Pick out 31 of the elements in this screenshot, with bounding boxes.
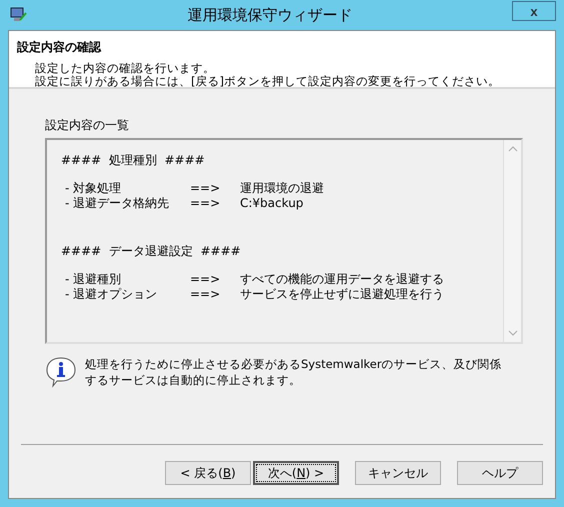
arrow-text: ==> — [190, 287, 222, 302]
summary-text-area[interactable]: #### 処理種別 #### - 対象処理 ==> 運用環境の退避 - 退避データ格納先 ==> C:¥backup #### データ退避設定 #### - 退避種別 ==> すべての機能の運用データを退避する - 退避オプション ==> サービスを停止せずに退避処理を行う — [45, 138, 523, 344]
dialog-button[interactable]: 次へ(N) > — [253, 461, 339, 485]
scroll-up-icon[interactable] — [508, 146, 518, 152]
list-label: 設定内容の一覧 — [45, 117, 130, 134]
dialog-button[interactable]: キャンセル — [355, 461, 441, 485]
setting-label: - 退避オプション — [64, 287, 158, 302]
computer-icon — [10, 7, 28, 23]
info-text: 処理を行うために停止させる必要があるSystemwalkerのサービス、及び関係するサービスは自動的に停止されます。 — [85, 356, 503, 388]
setting-label: - 対象処理 — [64, 181, 122, 196]
setting-value: すべての機能の運用データを退避する — [240, 272, 444, 287]
arrow-text: ==> — [190, 181, 222, 196]
setting-label: - 退避種別 — [64, 272, 122, 287]
scrollbar[interactable] — [503, 140, 521, 342]
close-button[interactable]: x — [512, 1, 556, 21]
dialog-button[interactable]: ヘルプ — [457, 461, 543, 485]
section-heading: #### 処理種別 #### — [61, 152, 206, 169]
setting-value: 運用環境の退避 — [240, 181, 324, 196]
setting-label: - 退避データ格納先 — [64, 196, 170, 211]
scroll-down-icon[interactable] — [508, 330, 518, 336]
setting-value: C:¥backup — [240, 196, 304, 211]
info-icon — [45, 356, 77, 388]
window-title: 運用環境保守ウィザード — [186, 6, 354, 24]
setting-value: サービスを停止せずに退避処理を行う — [240, 287, 444, 302]
arrow-text: ==> — [190, 272, 222, 287]
description-text: 設定に誤りがある場合には、[戻る]ボタンを押して設定内容の変更を行ってください。 — [35, 75, 501, 88]
dialog-button[interactable]: < 戻る(B) — [165, 461, 251, 485]
section-heading: #### データ退避設定 #### — [61, 243, 242, 260]
description-text: 設定した内容の確認を行います。 — [35, 62, 216, 75]
page-title: 設定内容の確認 — [17, 39, 102, 56]
arrow-text: ==> — [190, 196, 222, 211]
